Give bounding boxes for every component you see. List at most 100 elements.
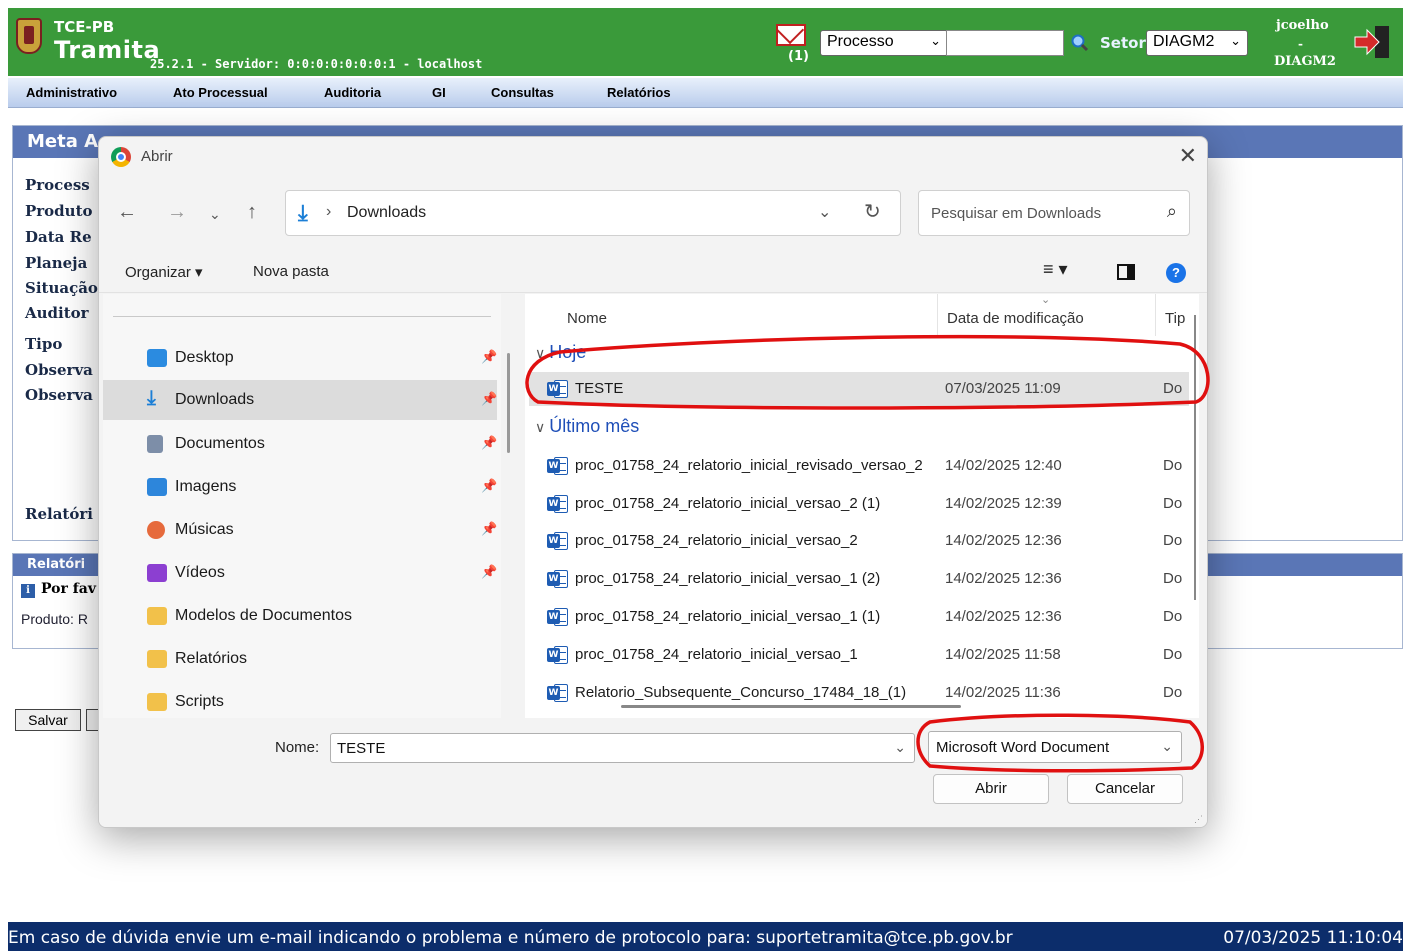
file-type: Do — [1163, 608, 1183, 625]
menu-ato-processual[interactable]: Ato Processual — [173, 85, 268, 100]
open-button[interactable]: Abrir — [933, 774, 1049, 804]
file-row[interactable]: W proc_01758_24_relatorio_inicial_versao… — [529, 638, 1189, 672]
column-type-header[interactable]: Tip — [1165, 310, 1185, 327]
file-name: proc_01758_24_relatorio_inicial_versao_1 — [575, 646, 858, 663]
search-icon[interactable] — [1071, 34, 1089, 52]
folder-icon — [147, 650, 167, 668]
file-name: proc_01758_24_relatorio_inicial_versao_1… — [575, 608, 881, 625]
process-search-input[interactable] — [946, 30, 1064, 56]
new-folder-button[interactable]: Nova pasta — [253, 263, 329, 280]
videos-icon — [147, 564, 167, 582]
address-history-chevron-icon[interactable]: ⌄ — [818, 202, 831, 222]
pin-icon: 📌 — [481, 478, 498, 493]
logout-icon[interactable] — [1353, 24, 1393, 60]
search-downloads-input[interactable]: Pesquisar em Downloads ⌕ — [918, 190, 1190, 236]
nav-item-label: Músicas — [175, 521, 234, 538]
menu-auditoria[interactable]: Auditoria — [324, 85, 381, 100]
file-name: Relatorio_Subsequente_Concurso_17484_18_… — [575, 684, 907, 701]
chevron-down-icon: ⌄ — [930, 33, 941, 48]
view-options-icon[interactable]: ≡ ▾ — [1043, 259, 1068, 280]
file-list-vertical-scrollbar[interactable] — [1194, 315, 1196, 600]
main-menu-bar: Administrativo Ato Processual Auditoria … — [8, 78, 1403, 108]
nav-item-videos[interactable]: Vídeos 📌 — [103, 553, 497, 593]
address-bar[interactable]: ⤓ › Downloads ⌄ ↻ — [285, 190, 901, 236]
file-row[interactable]: W proc_01758_24_relatorio_inicial_versao… — [529, 487, 1189, 521]
file-list: Nome ⌄ Data de modificação Tip ∨ Hoje W T… — [525, 294, 1199, 718]
file-list-horizontal-scrollbar[interactable] — [621, 705, 961, 708]
menu-consultas[interactable]: Consultas — [491, 85, 554, 100]
close-icon[interactable]: ✕ — [1179, 143, 1197, 169]
file-row[interactable]: W proc_01758_24_relatorio_inicial_revisa… — [529, 449, 1189, 483]
group-header-ultimo-mes[interactable]: ∨ Último mês — [535, 416, 639, 437]
folder-icon — [147, 693, 167, 711]
column-separator[interactable] — [1155, 294, 1156, 336]
file-row[interactable]: W proc_01758_24_relatorio_inicial_versao… — [529, 600, 1189, 634]
relatorio-info-text: Por fav — [41, 581, 96, 597]
nav-item-modelos[interactable]: Modelos de Documentos — [103, 596, 497, 636]
nav-item-imagens[interactable]: Imagens 📌 — [103, 467, 497, 507]
mail-icon[interactable] — [776, 24, 806, 46]
nav-item-relatorios[interactable]: Relatórios — [103, 639, 497, 679]
sort-caret-icon: ⌄ — [1041, 294, 1051, 306]
back-arrow-icon[interactable]: ← — [117, 201, 137, 224]
pin-icon: 📌 — [481, 349, 498, 364]
nav-item-musicas[interactable]: Músicas 📌 — [103, 510, 497, 550]
file-date: 14/02/2025 11:58 — [945, 646, 1061, 663]
nav-item-desktop[interactable]: Desktop 📌 — [103, 338, 497, 378]
dialog-bottom-bar: Nome: TESTE ⌄ Microsoft Word Document ⌄ … — [99, 718, 1207, 827]
menu-gi[interactable]: GI — [432, 85, 446, 100]
file-name: proc_01758_24_relatorio_inicial_revisado… — [575, 457, 923, 474]
file-type: Do — [1163, 495, 1183, 512]
file-type-select[interactable]: Microsoft Word Document ⌄ — [928, 731, 1182, 763]
file-row[interactable]: W proc_01758_24_relatorio_inicial_versao… — [529, 524, 1189, 558]
search-placeholder: Pesquisar em Downloads — [931, 205, 1102, 222]
nav-scrollbar[interactable] — [507, 353, 510, 453]
menu-administrativo[interactable]: Administrativo — [26, 85, 117, 100]
process-type-select[interactable]: Processo ⌄ — [820, 30, 948, 56]
server-info: 25.2.1 - Servidor: 0:0:0:0:0:0:0:1 - loc… — [150, 57, 483, 71]
nav-item-label: Vídeos — [175, 564, 225, 581]
resize-grip-icon[interactable]: ⋰ — [1194, 814, 1203, 825]
group-label: Hoje — [549, 342, 587, 362]
setor-select[interactable]: DIAGM2 ⌄ — [1146, 30, 1248, 56]
field-observacao2-label: Observa — [25, 386, 93, 404]
column-name-header[interactable]: Nome — [567, 310, 607, 327]
file-date: 14/02/2025 12:40 — [945, 457, 1062, 474]
file-type: Do — [1163, 646, 1183, 663]
file-name-input[interactable]: TESTE ⌄ — [330, 733, 915, 763]
file-type-value: Microsoft Word Document — [936, 739, 1110, 756]
preview-pane-icon[interactable] — [1117, 264, 1135, 280]
file-type: Do — [1163, 570, 1183, 587]
file-name-value: TESTE — [337, 740, 386, 757]
documents-icon — [147, 435, 163, 453]
column-separator[interactable] — [937, 294, 938, 336]
file-type: Do — [1163, 457, 1183, 474]
recent-locations-chevron-icon[interactable]: ⌄ — [209, 206, 221, 223]
nav-item-scripts[interactable]: Scripts — [103, 682, 497, 722]
pin-icon: 📌 — [481, 564, 498, 579]
refresh-icon[interactable]: ↻ — [864, 199, 881, 224]
dialog-toolbar: Organizar ▾ Nova pasta ≡ ▾ ? — [99, 249, 1207, 293]
group-header-hoje[interactable]: ∨ Hoje — [535, 342, 586, 363]
help-icon[interactable]: ? — [1166, 263, 1186, 283]
file-row[interactable]: W proc_01758_24_relatorio_inicial_versao… — [529, 562, 1189, 596]
user-name: jcoelho — [1276, 18, 1329, 33]
chevron-down-icon[interactable]: ⌄ — [894, 739, 906, 756]
nav-item-downloads[interactable]: ⤓ Downloads 📌 — [103, 380, 497, 420]
address-text[interactable]: Downloads — [347, 204, 426, 222]
file-name: proc_01758_24_relatorio_inicial_versao_2 — [575, 532, 858, 549]
organize-button[interactable]: Organizar ▾ — [125, 263, 203, 281]
forward-arrow-icon[interactable]: → — [167, 201, 187, 224]
relatorio-info: i Por fav — [21, 581, 96, 598]
mail-count[interactable]: (1) — [788, 49, 809, 64]
salvar-button[interactable]: Salvar — [15, 709, 81, 731]
nav-item-label: Desktop — [175, 349, 234, 366]
file-row[interactable]: W TESTE 07/03/2025 11:09 Do — [529, 372, 1189, 406]
up-arrow-icon[interactable]: ↑ — [247, 201, 257, 224]
downloads-icon: ⤓ — [147, 387, 156, 409]
menu-relatorios[interactable]: Relatórios — [607, 85, 671, 100]
cancel-button[interactable]: Cancelar — [1067, 774, 1183, 804]
process-type-value: Processo — [827, 33, 894, 50]
nav-item-documentos[interactable]: Documentos 📌 — [103, 424, 497, 464]
column-date-header[interactable]: Data de modificação — [947, 310, 1084, 327]
